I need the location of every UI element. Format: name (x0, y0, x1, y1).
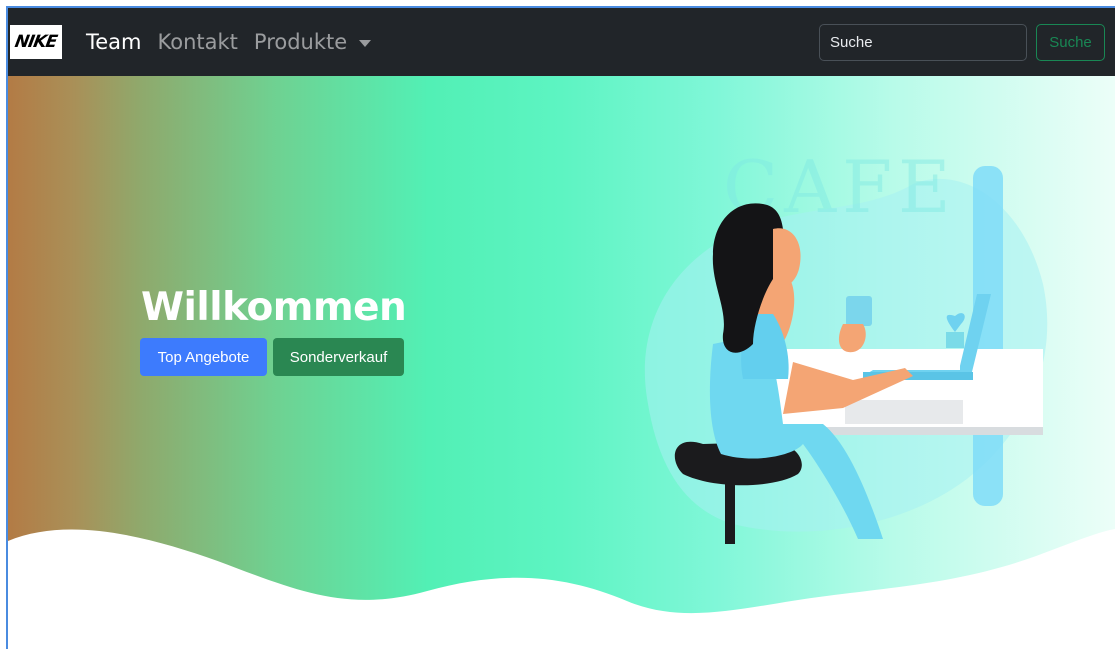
nav-dropdown-produkte[interactable]: Produkte (253, 30, 372, 54)
caret-down-icon (359, 39, 372, 47)
brand-logo[interactable]: NIKE (10, 25, 62, 59)
search-button[interactable]: Suche (1036, 24, 1105, 61)
brand-logo-text: NIKE (13, 32, 59, 52)
sonderverkauf-button[interactable]: Sonderverkauf (273, 338, 404, 376)
search-input[interactable] (819, 24, 1027, 61)
nav-link-team[interactable]: Team (86, 30, 142, 54)
browser-frame: NIKE Team Kontakt Produkte Suche CAFE (6, 6, 1115, 649)
woman-at-laptop-illustration: CAFE (644, 145, 1048, 544)
hero-title: Willkommen (141, 285, 407, 330)
nav-links: Team Kontakt Produkte (86, 8, 372, 76)
hero-section: CAFE Willkommen Top Angebote Sonderverka… (8, 76, 1115, 649)
nav-dropdown-produkte-label: Produkte (253, 30, 348, 54)
navbar: NIKE Team Kontakt Produkte Suche (8, 8, 1115, 76)
top-angebote-button[interactable]: Top Angebote (140, 338, 267, 376)
nav-link-kontakt[interactable]: Kontakt (158, 30, 238, 54)
